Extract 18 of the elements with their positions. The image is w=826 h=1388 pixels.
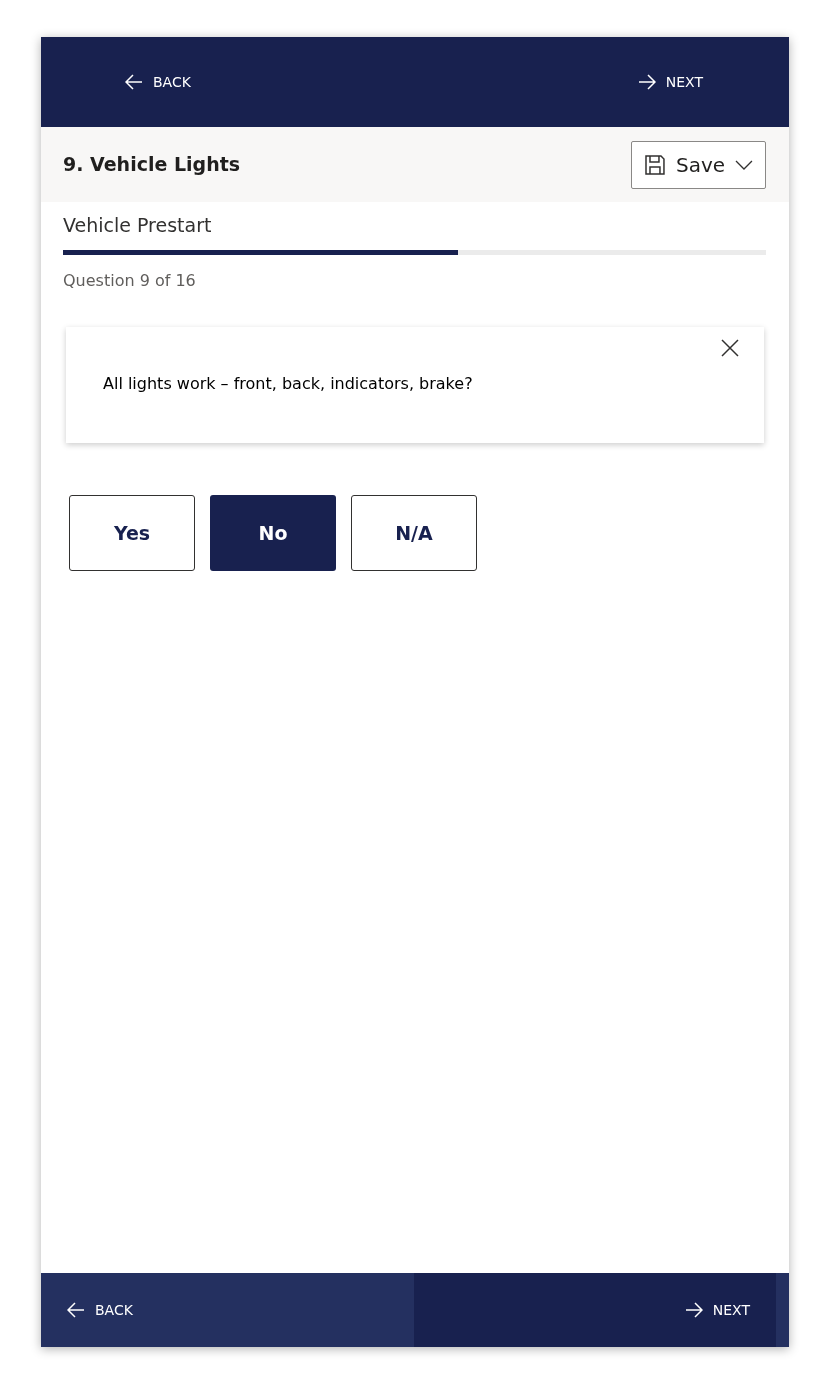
arrow-right-icon [637, 74, 656, 90]
arrow-left-icon [125, 74, 143, 90]
chevron-down-icon [735, 159, 753, 170]
question-title: 9. Vehicle Lights [63, 152, 241, 178]
arrow-right-icon [684, 1302, 703, 1318]
section-title: Vehicle Prestart [63, 213, 213, 238]
answer-button[interactable]: N/A [351, 495, 477, 571]
save-button[interactable]: Save [631, 140, 766, 189]
next-button[interactable]: NEXT [414, 1273, 776, 1347]
arrow-left-icon [67, 1302, 85, 1318]
answer-button[interactable]: No [210, 495, 336, 571]
next-button[interactable]: NEXT [637, 71, 703, 93]
close-icon[interactable] [721, 339, 739, 357]
question-counter: Question 9 of 16 [63, 270, 197, 292]
question-text: All lights work – front, back, indicators, brake? [103, 374, 473, 393]
save-icon [644, 153, 666, 176]
answer-button[interactable]: Yes [69, 495, 195, 571]
back-button[interactable]: BACK [125, 71, 191, 93]
